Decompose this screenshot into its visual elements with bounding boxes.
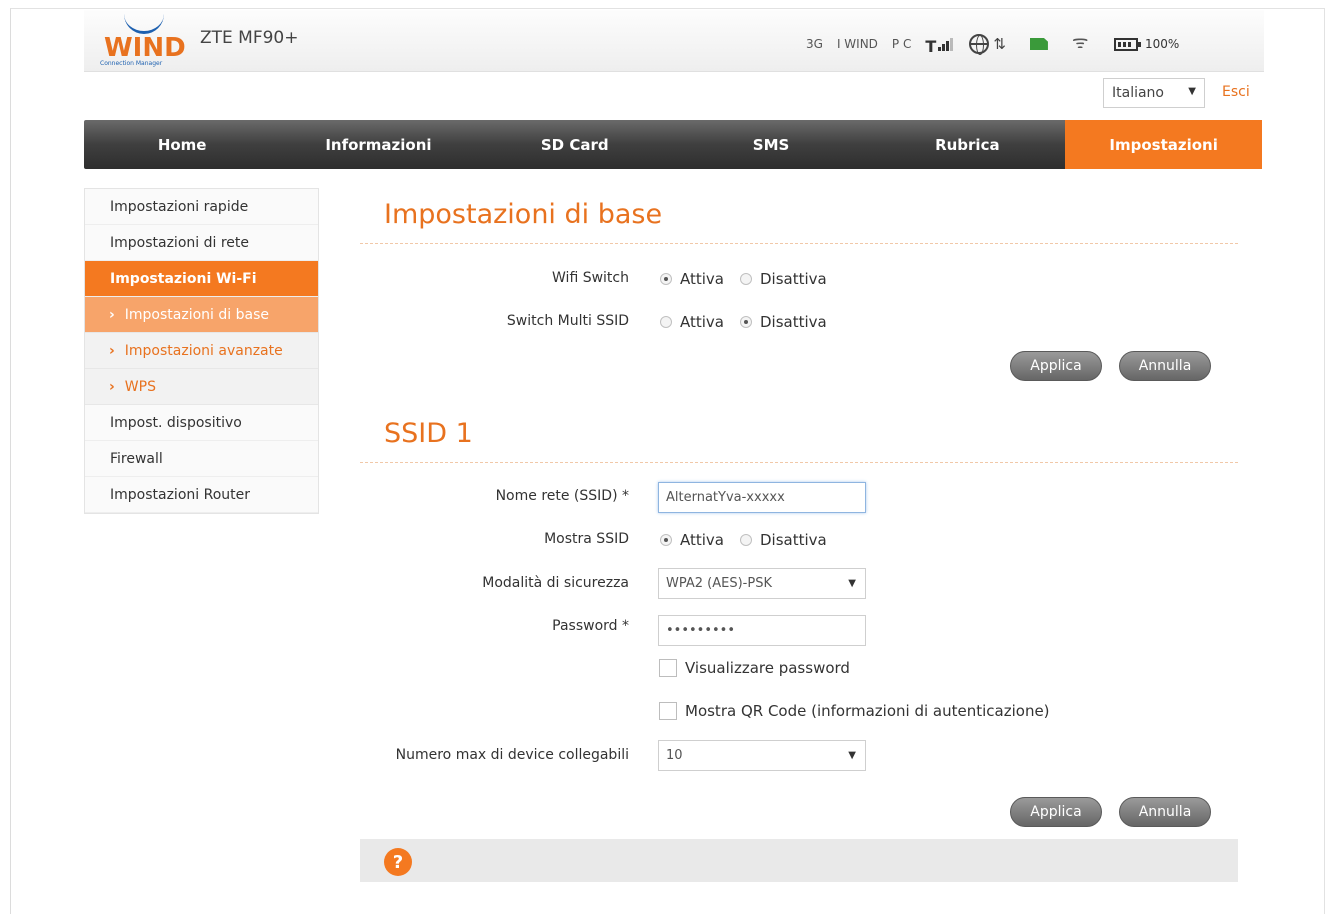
sidebar-item-firewall[interactable]: Firewall <box>85 441 318 477</box>
wifi-switch-radio-group: Attiva Disattiva <box>660 270 843 288</box>
sidebar-item-network-settings[interactable]: Impostazioni di rete <box>85 225 318 261</box>
network-type: 3G <box>806 37 823 51</box>
multi-ssid-label: Switch Multi SSID <box>506 313 629 329</box>
security-mode-value: WPA2 (AES)-PSK <box>666 576 772 591</box>
sidebar-subitem-advanced[interactable]: › Impostazioni avanzate <box>85 333 318 369</box>
logout-link[interactable]: Esci <box>1222 84 1250 100</box>
section-divider <box>360 243 1238 244</box>
multi-ssid-radio-group: Attiva Disattiva <box>660 313 843 331</box>
logo-arc <box>124 12 164 34</box>
status-icons: 3G I WIND P C T ⇅ ᯤ 100% <box>806 32 1180 57</box>
chevron-down-icon: ▼ <box>848 750 856 761</box>
max-devices-label: Numero max di device collegabili <box>395 747 629 763</box>
wind-logo: WIND Connection Manager <box>100 12 200 70</box>
ssid1-title: SSID 1 <box>384 418 473 449</box>
language-select[interactable]: Italiano ▼ <box>1103 78 1205 108</box>
sidebar-subitem-basic[interactable]: › Impostazioni di base <box>85 297 318 333</box>
main-nav: Home Informazioni SD Card SMS Rubrica Im… <box>84 120 1262 169</box>
cancel-button[interactable]: Annulla <box>1119 351 1211 381</box>
logo-text: WIND <box>104 33 186 63</box>
signal-strength-icon: T <box>925 35 954 56</box>
nav-rubrica[interactable]: Rubrica <box>869 120 1065 169</box>
show-qr-checkbox[interactable] <box>659 702 677 720</box>
battery-icon <box>1113 37 1141 51</box>
language-selected: Italiano <box>1112 85 1164 101</box>
device-model: ZTE MF90+ <box>200 28 299 48</box>
wifi-switch-off-radio[interactable] <box>740 273 752 285</box>
broadcast-ssid-off-radio[interactable] <box>740 534 752 546</box>
show-qr-checkbox-row: Mostra QR Code (informazioni di autentic… <box>659 702 1050 720</box>
multi-ssid-off-radio[interactable] <box>740 316 752 328</box>
sidebar-item-quick-settings[interactable]: Impostazioni rapide <box>85 189 318 225</box>
security-mode-select[interactable]: WPA2 (AES)-PSK ▼ <box>658 568 866 599</box>
roaming-indicator: P C <box>891 37 912 51</box>
sidebar-item-device-settings[interactable]: Impost. dispositivo <box>85 405 318 441</box>
ssid-name-input[interactable]: AlternatYva-xxxxx <box>658 482 866 513</box>
radio-label: Disattiva <box>760 531 827 549</box>
chevron-down-icon: ▼ <box>848 578 856 589</box>
wifi-switch-on-radio[interactable] <box>660 273 672 285</box>
logo-subtitle: Connection Manager <box>100 60 163 67</box>
help-bar: ? <box>360 839 1238 882</box>
sidebar-subitem-label: Impostazioni di base <box>124 306 269 323</box>
max-devices-select[interactable]: 10 ▼ <box>658 740 866 771</box>
wifi-icon: ᯤ <box>1071 32 1089 53</box>
chevron-right-icon: › <box>109 306 115 323</box>
password-input[interactable]: ••••••••• <box>658 615 866 646</box>
sidebar-subitem-label: Impostazioni avanzate <box>124 342 283 359</box>
sim-card-icon <box>1029 38 1048 50</box>
nav-sms[interactable]: SMS <box>673 120 869 169</box>
nav-informazioni[interactable]: Informazioni <box>280 120 476 169</box>
broadcast-ssid-label: Mostra SSID <box>544 531 629 547</box>
show-password-checkbox-row: Visualizzare password <box>659 659 850 677</box>
sidebar-subitem-label: WPS <box>124 378 156 395</box>
sidebar-item-router-settings[interactable]: Impostazioni Router <box>85 477 318 513</box>
radio-label: Attiva <box>680 270 724 288</box>
data-transfer-icon: ⇅ <box>993 35 1006 53</box>
settings-sidebar: Impostazioni rapide Impostazioni di rete… <box>84 188 319 514</box>
internet-globe-icon <box>969 34 990 55</box>
top-status-bar: WIND Connection Manager ZTE MF90+ 3G I W… <box>84 10 1264 72</box>
show-qr-label: Mostra QR Code (informazioni di autentic… <box>685 702 1050 720</box>
max-devices-value: 10 <box>666 748 683 763</box>
radio-label: Attiva <box>680 313 724 331</box>
nav-impostazioni[interactable]: Impostazioni <box>1065 120 1262 169</box>
apply-button[interactable]: Applica <box>1010 797 1102 827</box>
sidebar-subitem-wps[interactable]: › WPS <box>85 369 318 405</box>
password-label: Password * <box>552 618 629 634</box>
radio-label: Attiva <box>680 531 724 549</box>
chevron-right-icon: › <box>109 378 115 395</box>
broadcast-ssid-radio-group: Attiva Disattiva <box>660 531 843 549</box>
cancel-button[interactable]: Annulla <box>1119 797 1211 827</box>
battery-percentage: 100% <box>1144 37 1180 51</box>
nav-sd-card[interactable]: SD Card <box>477 120 673 169</box>
basic-settings-title: Impostazioni di base <box>384 199 663 230</box>
radio-label: Disattiva <box>760 313 827 331</box>
show-password-label: Visualizzare password <box>685 659 850 677</box>
multi-ssid-on-radio[interactable] <box>660 316 672 328</box>
nav-home[interactable]: Home <box>84 120 280 169</box>
security-mode-label: Modalità di sicurezza <box>482 575 629 591</box>
help-icon[interactable]: ? <box>384 848 412 876</box>
sidebar-item-wifi-settings[interactable]: Impostazioni Wi-Fi <box>85 261 318 297</box>
chevron-right-icon: › <box>109 342 115 359</box>
section-divider <box>360 462 1238 463</box>
broadcast-ssid-on-radio[interactable] <box>660 534 672 546</box>
apply-button[interactable]: Applica <box>1010 351 1102 381</box>
operator-name: I WIND <box>836 37 878 51</box>
show-password-checkbox[interactable] <box>659 659 677 677</box>
chevron-down-icon: ▼ <box>1188 86 1196 97</box>
radio-label: Disattiva <box>760 270 827 288</box>
wifi-switch-label: Wifi Switch <box>552 270 629 286</box>
ssid-name-label: Nome rete (SSID) * <box>495 488 629 504</box>
